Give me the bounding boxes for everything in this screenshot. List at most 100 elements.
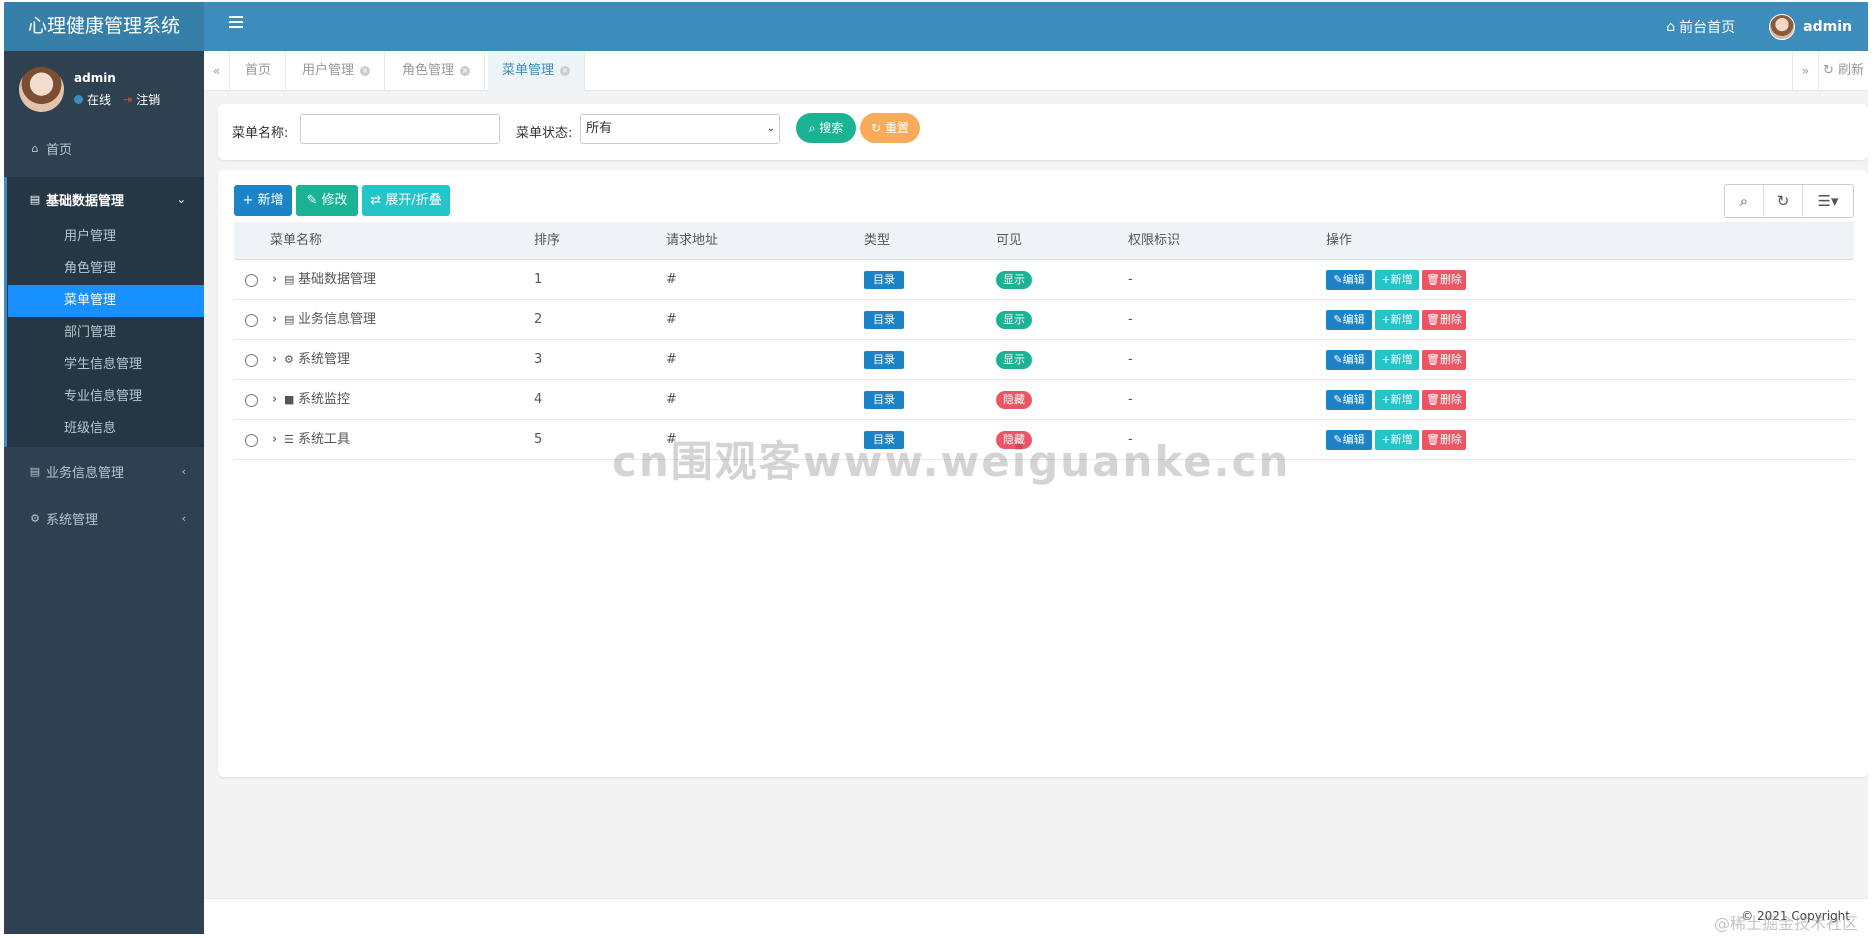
tabs-scroll-right-icon[interactable]: »: [1792, 51, 1818, 91]
row-edit-button[interactable]: ✎编辑: [1326, 270, 1372, 290]
tab-menus[interactable]: 菜单管理 ×: [488, 51, 586, 91]
visible-badge: 显示: [996, 271, 1032, 289]
sidebar-item-majors[interactable]: 专业信息管理: [8, 381, 204, 413]
tab-roles[interactable]: 角色管理 ×: [388, 51, 486, 91]
app-frame: 心理健康管理系统 ⌂ 前台首页 admin admin 在线 ⇥ 注销 ⌂ 首页…: [4, 2, 1868, 934]
add-menu-button[interactable]: + 新增: [234, 185, 292, 216]
reset-button[interactable]: ↻ 重置: [860, 113, 920, 143]
sidebar-toggle-icon[interactable]: [229, 16, 243, 30]
table-row[interactable]: › ☰ 系统工具 5 # 目录 隐藏 - ✎编辑 +新增 🗑删除: [234, 420, 1854, 460]
col-url-header[interactable]: 请求地址: [666, 222, 718, 260]
menu-order: 1: [534, 272, 543, 287]
visible-badge: 隐藏: [996, 391, 1032, 409]
columns-icon[interactable]: ☰▾: [1803, 185, 1853, 217]
table-row[interactable]: › ⚙ 系统管理 3 # 目录 显示 - ✎编辑 +新增 🗑删除: [234, 340, 1854, 380]
search-button[interactable]: ⌕ 搜索: [796, 113, 856, 143]
chevron-left-icon: ‹: [181, 511, 186, 525]
type-badge: 目录: [864, 431, 904, 449]
tab-label: 用户管理: [302, 63, 355, 78]
search-icon[interactable]: ⌕: [1725, 185, 1764, 217]
tab-label: 角色管理: [402, 63, 455, 78]
avatar: [1769, 13, 1796, 40]
video-icon: ■: [284, 393, 295, 406]
list-icon: ▤: [284, 313, 295, 326]
menu-perm: -: [1128, 432, 1133, 447]
tab-users[interactable]: 用户管理 ×: [288, 51, 386, 91]
row-edit-button[interactable]: ✎编辑: [1326, 310, 1372, 330]
logout-link[interactable]: 注销: [136, 91, 160, 108]
row-add-button[interactable]: +新增: [1375, 270, 1419, 290]
row-radio[interactable]: [245, 314, 258, 327]
row-delete-button[interactable]: 🗑删除: [1422, 310, 1466, 330]
row-edit-button[interactable]: ✎编辑: [1326, 350, 1372, 370]
menu-status-select[interactable]: 所有 ⌄: [580, 114, 780, 144]
row-edit-button[interactable]: ✎编辑: [1326, 430, 1372, 450]
row-add-button[interactable]: +新增: [1375, 390, 1419, 410]
sidebar-item-system[interactable]: ⚙ 系统管理 ‹: [4, 503, 204, 533]
col-name-header[interactable]: 菜单名称: [270, 222, 322, 260]
table-row[interactable]: › ▤ 业务信息管理 2 # 目录 显示 - ✎编辑 +新增 🗑删除: [234, 300, 1854, 340]
sidebar-item-label: 首页: [46, 142, 73, 158]
col-visible-header[interactable]: 可见: [996, 222, 1022, 260]
user-menu[interactable]: admin: [1769, 13, 1852, 40]
table-row[interactable]: › ▤ 基础数据管理 1 # 目录 显示 - ✎编辑 +新增 🗑删除: [234, 260, 1854, 300]
col-type-header[interactable]: 类型: [864, 222, 890, 260]
sidebar-item-students[interactable]: 学生信息管理: [8, 349, 204, 381]
header-username: admin: [1803, 18, 1852, 35]
row-add-button[interactable]: +新增: [1375, 350, 1419, 370]
col-perm-header[interactable]: 权限标识: [1128, 222, 1180, 260]
sidebar-item-roles[interactable]: 角色管理: [8, 253, 204, 285]
refresh-icon: ↻: [871, 121, 882, 135]
row-edit-button[interactable]: ✎编辑: [1326, 390, 1372, 410]
sidebar-item-users[interactable]: 用户管理: [8, 221, 204, 253]
close-icon[interactable]: ×: [360, 66, 371, 76]
row-delete-button[interactable]: 🗑删除: [1422, 430, 1466, 450]
expand-icon[interactable]: ›: [272, 340, 277, 380]
expand-icon[interactable]: ›: [272, 420, 277, 460]
list-icon: ▤: [284, 273, 295, 286]
edit-button-label: 修改: [321, 193, 348, 208]
row-delete-button[interactable]: 🗑删除: [1422, 270, 1466, 290]
table-row[interactable]: › ■ 系统监控 4 # 目录 隐藏 - ✎编辑 +新增 🗑删除: [234, 380, 1854, 420]
col-order-header[interactable]: 排序: [534, 222, 560, 260]
frontend-home-link[interactable]: ⌂ 前台首页: [1666, 17, 1735, 37]
visible-badge: 显示: [996, 311, 1032, 329]
corner-watermark: @稀土掘金技术社区: [1713, 914, 1858, 933]
sidebar-item-home[interactable]: ⌂ 首页: [4, 133, 204, 163]
sidebar-item-menus[interactable]: 菜单管理: [8, 285, 204, 317]
tabs-scroll-left-icon[interactable]: «: [204, 51, 230, 91]
row-add-button[interactable]: +新增: [1375, 430, 1419, 450]
close-icon[interactable]: ×: [560, 66, 571, 76]
menu-name-label: 菜单名称:: [232, 126, 289, 141]
close-icon[interactable]: ×: [460, 66, 471, 76]
sidebar-item-classes[interactable]: 班级信息: [8, 413, 204, 445]
row-delete-button[interactable]: 🗑删除: [1422, 390, 1466, 410]
row-radio[interactable]: [245, 434, 258, 447]
menu-name-input[interactable]: [300, 114, 500, 144]
logout-icon: ⇥: [123, 93, 133, 106]
list-icon: ▤: [29, 192, 41, 206]
menu-name: 系统监控: [298, 392, 351, 407]
row-radio[interactable]: [245, 394, 258, 407]
row-radio[interactable]: [245, 274, 258, 287]
sidebar-item-basic-data[interactable]: ▤ 基础数据管理 ⌄: [4, 177, 204, 221]
menu-order: 4: [534, 392, 543, 407]
menu-url: #: [666, 432, 677, 447]
brand-title[interactable]: 心理健康管理系统: [4, 2, 204, 51]
menu-name: 业务信息管理: [298, 312, 377, 327]
edit-menu-button[interactable]: ✎ 修改: [296, 185, 358, 216]
tab-home[interactable]: 首页: [231, 51, 287, 91]
sidebar-item-departments[interactable]: 部门管理: [8, 317, 204, 349]
expand-icon[interactable]: ›: [272, 260, 277, 300]
tab-label: 菜单管理: [502, 63, 555, 78]
refresh-icon[interactable]: ↻: [1764, 185, 1803, 217]
user-panel: admin 在线 ⇥ 注销: [4, 51, 204, 121]
sidebar-item-business[interactable]: ▤ 业务信息管理 ‹: [4, 456, 204, 486]
refresh-tab-button[interactable]: ↻ 刷新: [1818, 51, 1868, 91]
expand-icon[interactable]: ›: [272, 380, 277, 420]
expand-collapse-button[interactable]: ⇄ 展开/折叠: [362, 185, 450, 216]
expand-icon[interactable]: ›: [272, 300, 277, 340]
row-radio[interactable]: [245, 354, 258, 367]
row-add-button[interactable]: +新增: [1375, 310, 1419, 330]
row-delete-button[interactable]: 🗑删除: [1422, 350, 1466, 370]
